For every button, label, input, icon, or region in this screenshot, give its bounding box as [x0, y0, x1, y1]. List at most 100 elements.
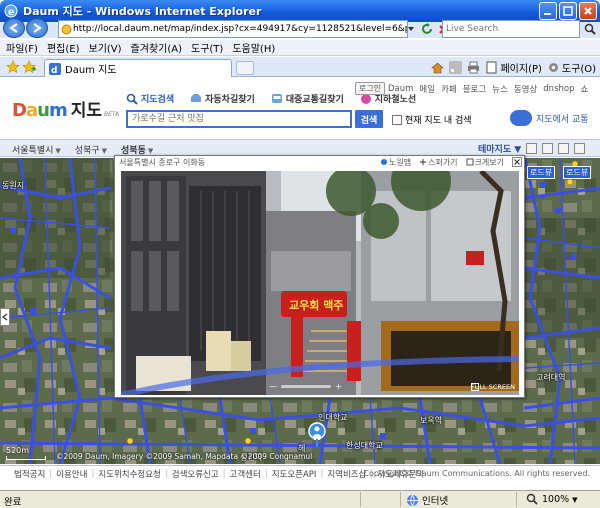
zoom-slider[interactable] [281, 385, 331, 388]
status-divider [360, 492, 361, 507]
address-dropdown-button[interactable] [404, 21, 418, 37]
maximize-button[interactable] [559, 2, 577, 20]
link-dnshop[interactable]: dnshop [543, 84, 574, 94]
email-icon[interactable] [558, 143, 570, 154]
fullscreen-button[interactable]: FULL SCREEN [470, 383, 515, 391]
roadview-panorama[interactable]: 교우회 맥주 — + FULL SCREEN [121, 171, 519, 395]
search-in-map-checkbox[interactable]: 현재 지도 내 검색 [392, 113, 472, 126]
menu-view[interactable]: 보기(V) [89, 40, 122, 55]
menu-bar: 파일(F) 편집(E) 보기(V) 즐겨찾기(A) 도구(T) 도움말(H) [0, 40, 600, 56]
pin-icon [381, 159, 387, 165]
page-icon [61, 24, 72, 35]
security-zone[interactable]: 인터넷 [406, 493, 448, 507]
minimize-icon [544, 13, 551, 15]
map-search-box[interactable] [126, 110, 352, 128]
link-video[interactable]: 동영상 [514, 83, 537, 95]
status-divider [400, 492, 401, 507]
roadview-link-2[interactable]: 스퍼가기 [419, 157, 458, 168]
close-button[interactable] [579, 2, 597, 20]
tools-menu-button[interactable]: 도구(O) [547, 60, 596, 75]
footer-link-error-report[interactable]: 검색오류신고 [172, 468, 219, 480]
daum-favicon-icon: d [49, 62, 61, 75]
print-button[interactable] [467, 61, 480, 74]
map-copyright: ©2009 Daum, Imagery ©2009 Samah, Mapdata… [56, 452, 313, 461]
menu-edit[interactable]: 편집(E) [47, 40, 80, 55]
logo-beta-text: BETA [103, 111, 120, 118]
home-icon [431, 62, 445, 74]
globe-icon [407, 494, 418, 507]
live-search-button[interactable] [582, 20, 598, 38]
link-news[interactable]: 뉴스 [492, 83, 508, 95]
map-pan-left-button[interactable] [0, 308, 10, 326]
theme-map-button[interactable]: 테마지도 ▼ [478, 142, 521, 155]
zoom-out-icon[interactable]: — [269, 382, 277, 391]
tab-transit-directions[interactable]: 대중교통길찾기 [271, 92, 344, 105]
link-daum[interactable]: Daum [388, 84, 413, 94]
menu-file[interactable]: 파일(F) [6, 40, 38, 55]
bus-icon [271, 93, 282, 103]
footer-link-location-fix[interactable]: 지도위치수정요청 [98, 468, 161, 480]
footer-link-guide[interactable]: 이용안내 [56, 468, 87, 480]
favorites-star-icon[interactable] [6, 60, 20, 74]
page-menu-button[interactable]: 페이지(P) [485, 60, 542, 75]
link-cafe[interactable]: 카페 [441, 83, 457, 95]
traffic-on-map-button[interactable]: 지도에서 교통 [510, 110, 589, 126]
url-text: http://local.daum.net/map/index.jsp?cx=4… [73, 24, 407, 34]
zoom-level-button[interactable]: 100% ▼ [526, 493, 578, 506]
menu-help[interactable]: 도움말(H) [232, 40, 275, 55]
address-bar[interactable]: http://local.daum.net/map/index.jsp?cx=4… [58, 20, 408, 38]
tab-daum-map[interactable]: d Daum 지도 [44, 59, 232, 77]
new-tab-button[interactable] [236, 61, 254, 75]
back-button[interactable] [3, 18, 25, 38]
map-search-button[interactable]: 검색 [355, 110, 383, 128]
roadview-close-button[interactable] [512, 157, 522, 167]
link-blog[interactable]: 블로그 [463, 83, 486, 95]
footer-link-bizshop[interactable]: 지역비즈샵 [327, 468, 366, 480]
zoom-in-icon[interactable]: + [335, 382, 342, 391]
roadview-pegman-icon[interactable] [308, 422, 326, 448]
roadview-link-3[interactable]: 크게보기 [466, 157, 504, 168]
scale-text: 520m [6, 446, 30, 455]
tab-map-search[interactable]: 지도검색 [126, 92, 174, 105]
link-shopping[interactable]: 쇼 [580, 83, 588, 95]
fullscreen-icon[interactable] [574, 143, 586, 154]
home-button[interactable] [431, 61, 445, 74]
chevron-left-icon [2, 313, 8, 321]
checkbox-box[interactable] [392, 114, 402, 125]
daum-map-logo[interactable]: Daum 지도 BETA [12, 96, 119, 121]
roadview-address: 서울특별시 종로구 이화동 [119, 157, 206, 167]
add-favorites-icon[interactable] [22, 60, 36, 74]
live-search-box[interactable] [442, 20, 580, 38]
print-icon[interactable] [542, 143, 554, 154]
tab-car-directions[interactable]: 자동차길찾기 [190, 92, 255, 105]
sign-text: 교우회 맥주 [289, 298, 343, 312]
refresh-button[interactable] [420, 21, 434, 37]
roadview-tag-2[interactable]: 로드뷰 [563, 166, 592, 179]
breadcrumb-city[interactable]: 서울특별시 ▼ [12, 143, 61, 156]
footer-link-support[interactable]: 고객센터 [230, 468, 261, 480]
forward-button[interactable] [26, 18, 48, 38]
footer-link-legal[interactable]: 법적공지 [14, 468, 45, 480]
live-search-input[interactable] [443, 21, 579, 37]
share-icon[interactable] [526, 143, 538, 154]
menu-favorites[interactable]: 즐겨찾기(A) [131, 40, 182, 55]
svg-text:e: e [8, 7, 14, 18]
toggle-icon [510, 110, 532, 126]
svg-text:d: d [51, 66, 57, 75]
refresh-icon [422, 23, 432, 34]
roadview-link-1[interactable]: 노원맵 [380, 157, 411, 168]
roadview-tag-1[interactable]: 로드뷰 [527, 166, 556, 179]
menu-tools[interactable]: 도구(T) [191, 40, 223, 55]
roadview-zoom-control[interactable]: — + [269, 382, 342, 391]
minimize-button[interactable] [539, 2, 557, 20]
footer-copyright: Copyright © Daum Communications. All rig… [363, 469, 590, 478]
feeds-button[interactable] [449, 61, 463, 74]
login-button[interactable]: 로그인 [355, 82, 386, 95]
breadcrumb-district[interactable]: 성북구 ▼ [75, 143, 107, 156]
link-mail[interactable]: 메일 [419, 83, 435, 95]
footer-link-api[interactable]: 지도오픈API [272, 468, 317, 480]
map-label-1: 동원지 [2, 181, 25, 190]
zoom-label: 100% [542, 494, 570, 505]
map-search-input[interactable] [128, 112, 350, 126]
daum-logo-text: Daum [12, 100, 68, 121]
